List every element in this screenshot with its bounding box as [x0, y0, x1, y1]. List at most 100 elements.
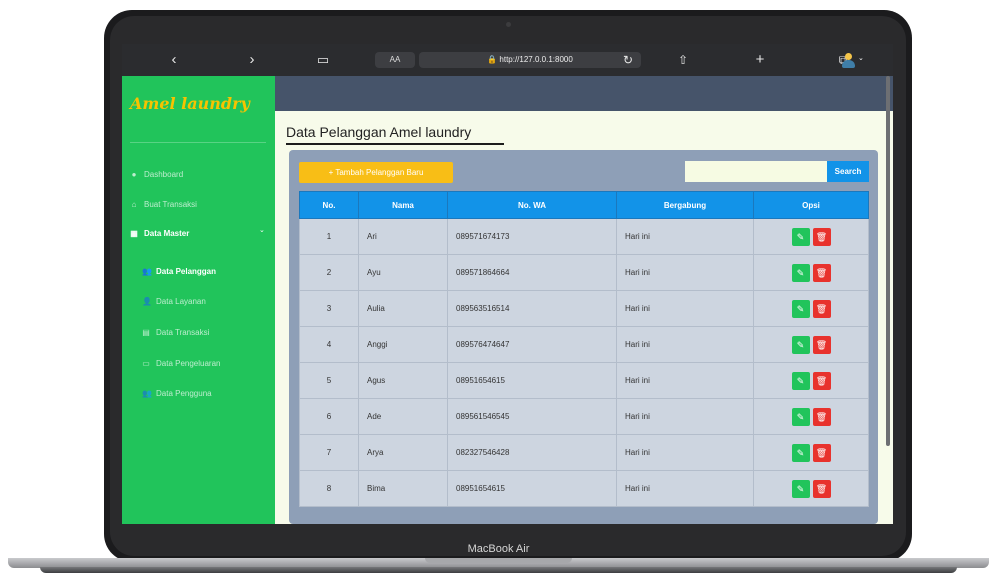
user-avatar-icon[interactable] — [842, 53, 855, 69]
edit-icon[interactable]: ✎ — [791, 443, 810, 462]
cell-nama: Anggi — [358, 326, 448, 363]
page-title: Data Pelanggan Amel laundry — [286, 124, 472, 140]
cell-opsi: ✎ 🗑 — [753, 254, 869, 291]
cell-no: 7 — [299, 434, 359, 471]
user-tie-icon: 👤 — [142, 297, 152, 306]
edit-icon[interactable]: ✎ — [791, 299, 810, 318]
delete-icon[interactable]: 🗑 — [812, 299, 831, 318]
screen: ‹ › ▭ AA 🔒 http://127.0.0.1:8000 ↻ ⇧ + ⧉… — [122, 44, 893, 524]
cell-no: 5 — [299, 362, 359, 399]
sidebar-item-data-pelanggan[interactable]: 👥 Data Pelanggan — [142, 267, 216, 276]
cell-bergabung: Hari ini — [616, 290, 754, 327]
table-row: 8 Bima 08951654615 Hari ini ✎ 🗑 — [299, 470, 869, 507]
cell-opsi: ✎ 🗑 — [753, 434, 869, 471]
share-icon[interactable]: ⇧ — [675, 44, 691, 76]
edit-icon[interactable]: ✎ — [791, 371, 810, 390]
chevron-down-icon[interactable]: ⌄ — [259, 226, 265, 234]
sidebar-item-buat-transaksi[interactable]: ⌂ Buat Transaksi — [130, 200, 197, 209]
cell-bergabung: Hari ini — [616, 218, 754, 255]
search-button[interactable]: Search — [827, 161, 869, 182]
delete-icon[interactable]: 🗑 — [812, 335, 831, 354]
sidebar-divider — [130, 142, 266, 143]
edit-icon[interactable]: ✎ — [791, 335, 810, 354]
edit-icon[interactable]: ✎ — [791, 479, 810, 498]
cell-nama: Arya — [358, 434, 448, 471]
column-header-nama: Nama — [358, 191, 448, 219]
customer-table: No. Nama No. WA Bergabung Opsi 1 Ari 08957… — [299, 191, 869, 507]
cell-bergabung: Hari ini — [616, 470, 754, 507]
cell-nama: Ari — [358, 218, 448, 255]
table-header-row: No. Nama No. WA Bergabung Opsi — [299, 191, 869, 219]
cell-bergabung: Hari ini — [616, 398, 754, 435]
shop-icon: ⌂ — [131, 200, 137, 209]
back-icon[interactable]: ‹ — [166, 44, 182, 76]
column-header-wa: No. WA — [447, 191, 617, 219]
sidebar-item-label: Data Pengguna — [156, 389, 212, 398]
text-size-button[interactable]: AA — [375, 52, 415, 68]
users-icon: 👥 — [142, 267, 152, 276]
cell-nama: Ayu — [358, 254, 448, 291]
add-customer-button[interactable]: + Tambah Pelanggan Baru — [299, 162, 453, 183]
sidebar-item-data-transaksi[interactable]: ▤ Data Transaksi — [142, 328, 209, 337]
users-cog-icon: 👥 — [142, 389, 152, 398]
avatar-body — [842, 60, 855, 68]
column-header-no: No. — [299, 191, 359, 219]
edit-icon[interactable]: ✎ — [791, 407, 810, 426]
table-row: 6 Ade 089561546545 Hari ini ✎ 🗑 — [299, 398, 869, 435]
new-tab-button[interactable]: + — [752, 44, 768, 76]
cell-no: 3 — [299, 290, 359, 327]
column-header-bergabung: Bergabung — [616, 191, 754, 219]
cell-bergabung: Hari ini — [616, 326, 754, 363]
edit-icon[interactable]: ✎ — [791, 227, 810, 246]
delete-icon[interactable]: 🗑 — [812, 227, 831, 246]
laptop-base-bottom — [40, 567, 957, 573]
topbar — [275, 76, 893, 111]
cell-opsi: ✎ 🗑 — [753, 290, 869, 327]
scrollbar[interactable] — [886, 76, 890, 446]
sidebar-item-label: Data Layanan — [156, 297, 206, 306]
sidebar-item-label: Data Pengeluaran — [156, 359, 221, 368]
sidebar-item-data-master[interactable]: ▦ Data Master — [130, 229, 189, 238]
laptop-notch — [425, 558, 572, 563]
cell-opsi: ✎ 🗑 — [753, 362, 869, 399]
delete-icon[interactable]: 🗑 — [812, 407, 831, 426]
sidebar-item-label: Dashboard — [144, 170, 184, 179]
chevron-down-icon[interactable]: ⌄ — [858, 54, 864, 62]
sidebar-item-label: Data Master — [144, 229, 190, 238]
delete-icon[interactable]: 🗑 — [812, 263, 831, 282]
cell-no: 4 — [299, 326, 359, 363]
cell-wa: 089576474647 — [447, 326, 617, 363]
book-icon[interactable]: ▭ — [313, 44, 333, 76]
device-model-label: MacBook Air — [467, 543, 530, 555]
delete-icon[interactable]: 🗑 — [812, 443, 831, 462]
cell-wa: 089563516514 — [447, 290, 617, 327]
cell-wa: 08951654615 — [447, 362, 617, 399]
address-bar[interactable]: 🔒 http://127.0.0.1:8000 — [419, 52, 641, 68]
cell-opsi: ✎ 🗑 — [753, 326, 869, 363]
url-text: http://127.0.0.1:8000 — [499, 55, 573, 64]
cell-no: 6 — [299, 398, 359, 435]
edit-icon[interactable]: ✎ — [791, 263, 810, 282]
cell-no: 8 — [299, 470, 359, 507]
forward-icon[interactable]: › — [244, 44, 260, 76]
sidebar-item-dashboard[interactable]: ● Dashboard — [130, 170, 184, 179]
table-row: 2 Ayu 089571864664 Hari ini ✎ 🗑 — [299, 254, 869, 291]
sidebar-item-data-pengguna[interactable]: 👥 Data Pengguna — [142, 389, 212, 398]
search-input[interactable] — [685, 161, 827, 182]
table-row: 4 Anggi 089576474647 Hari ini ✎ 🗑 — [299, 326, 869, 363]
cell-no: 1 — [299, 218, 359, 255]
cell-bergabung: Hari ini — [616, 434, 754, 471]
cell-opsi: ✎ 🗑 — [753, 470, 869, 507]
sidebar-item-data-layanan[interactable]: 👤 Data Layanan — [142, 297, 206, 306]
reload-icon[interactable]: ↻ — [620, 44, 636, 76]
browser-toolbar: ‹ › ▭ AA 🔒 http://127.0.0.1:8000 ↻ ⇧ + ⧉ — [122, 44, 893, 76]
sidebar-item-label: Buat Transaksi — [144, 200, 197, 209]
sidebar-item-data-pengeluaran[interactable]: ▭ Data Pengeluaran — [142, 359, 221, 368]
cell-wa: 089571864664 — [447, 254, 617, 291]
delete-icon[interactable]: 🗑 — [812, 371, 831, 390]
cell-no: 2 — [299, 254, 359, 291]
delete-icon[interactable]: 🗑 — [812, 479, 831, 498]
cell-wa: 082327546428 — [447, 434, 617, 471]
cell-nama: Aulia — [358, 290, 448, 327]
brand-logo[interactable]: Amel laundry — [130, 94, 250, 113]
